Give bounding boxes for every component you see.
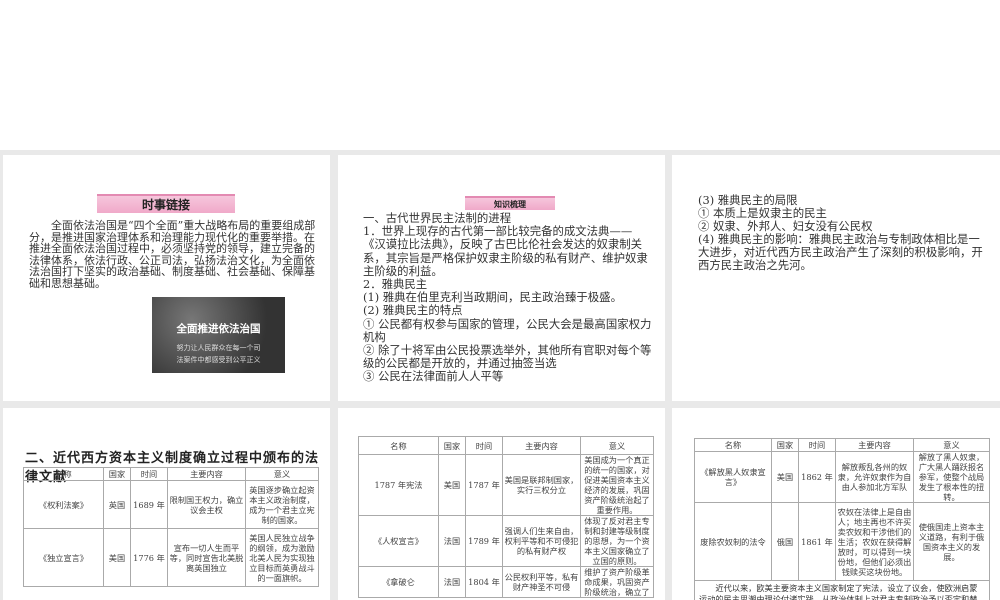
col-header: 主要内容 bbox=[502, 436, 581, 455]
cell: 《拿破仑 bbox=[358, 566, 439, 598]
slide-current-affairs[interactable]: 时事链接 全面依法治国是“四个全面”重大战略布局的重要组成部分，是推进国家治理体… bbox=[3, 155, 330, 401]
text-line: ② 除了十将军由公民投票选举外，其他所有官职对每个等级的公民都是开放的，并通过抽… bbox=[363, 343, 652, 371]
cell: 1787 年 bbox=[465, 454, 503, 516]
col-header: 意义 bbox=[913, 438, 990, 452]
cell: 使俄国走上资本主义道路，有利于俄国资本主义的发展。 bbox=[913, 502, 990, 581]
slide-legal-documents-2[interactable]: 名称 国家 时间 主要内容 意义 1787 年宪法 美国 1787 年美国是联邦制国家，实行… bbox=[338, 408, 665, 600]
cell: 英国逐步确立起资本主义政治制度，成为一个君主立宪制的国家。 bbox=[245, 480, 319, 529]
cell: 《独立宣言》 bbox=[23, 528, 104, 587]
rule-of-law-image: 全面推进依法治国 努力让人民群众在每一个司 法案件中都感受到公平正义 bbox=[152, 297, 285, 373]
cell: 体现了反对君主专制和封建等级制度的思想，为一个资本主义国家确立了立国的原则。 bbox=[580, 515, 654, 567]
cell: 美国人民独立战争的纲领，成为激励北美人民为实现独立目标而英勇战斗的一面旗帜。 bbox=[245, 528, 319, 587]
table-row: 《独立宣言》 美国 1776 年宣布一切人生而平等，同时宣告北美脱离英国独立 美国人民… bbox=[23, 528, 319, 587]
cell: 解放了黑人奴隶，广大黑人踊跃报名参军，使整个战局发生了根本性的扭转。 bbox=[913, 451, 990, 503]
cell: 公民权利平等，私有财产神圣不可侵 bbox=[502, 566, 581, 598]
cell: 法国 bbox=[438, 515, 466, 567]
col-header: 国家 bbox=[771, 438, 799, 452]
cell: 美国是联邦制国家，实行三权分立 bbox=[502, 454, 581, 516]
cell: 1689 年 bbox=[130, 480, 168, 529]
blank-slide-area bbox=[0, 0, 1000, 150]
slide-knowledge[interactable]: 知识梳理 一、古代世界民主法制的进程 1．世界上现存的古代第一部比较完备的成文法… bbox=[338, 155, 665, 401]
cell: 1789 年 bbox=[465, 515, 503, 567]
cell: 农奴在法律上是自由人；地主再也不许买卖农奴和干涉他们的生活；农奴在获得解放时，可… bbox=[835, 502, 914, 581]
col-header: 时间 bbox=[798, 438, 836, 452]
table-row: 《解放黑人奴隶宣言》 美国 1862 年解放叛乱各州的奴隶，允许奴隶作为自由人参加北… bbox=[694, 451, 990, 503]
table-header: 名称 国家 时间 主要内容 意义 bbox=[23, 467, 319, 481]
cell: 美国 bbox=[103, 528, 131, 587]
col-header: 主要内容 bbox=[167, 467, 246, 481]
text-line: (2) 雅典民主的特点 bbox=[363, 303, 463, 318]
slide-athens[interactable]: (3) 雅典民主的局限 ① 本质上是奴隶主的民主 ② 奴隶、外邦人、妇女没有公民… bbox=[672, 155, 1000, 401]
text-line: ① 公民都有权参与国家的管理，公民大会是最高国家权力机构 bbox=[363, 316, 652, 344]
cell: 1776 年 bbox=[130, 528, 168, 587]
cell: 《权利法案》 bbox=[23, 480, 104, 529]
col-header: 国家 bbox=[438, 436, 466, 455]
cell: 英国 bbox=[103, 480, 131, 529]
cell: 废除农奴制的法令 bbox=[694, 502, 772, 581]
cell: 法国 bbox=[438, 566, 466, 598]
col-header: 时间 bbox=[465, 436, 503, 455]
slide-legal-documents-3[interactable]: 名称 国家 时间 主要内容 意义 《解放黑人奴隶宣言》 美国 1862 年解放叛乱各州的奴隶… bbox=[672, 408, 1000, 600]
table-row: 《权利法案》 英国 1689 年限制国王权力，确立议会主权 英国逐步确立起资本主义政治… bbox=[23, 480, 319, 529]
col-header: 名称 bbox=[694, 438, 772, 452]
col-header: 意义 bbox=[245, 467, 319, 481]
col-header: 时间 bbox=[130, 467, 168, 481]
col-header: 名称 bbox=[358, 436, 439, 455]
cell: 1787 年宪法 bbox=[358, 454, 439, 516]
table-header: 名称 国家 时间 主要内容 意义 bbox=[358, 436, 654, 455]
image-title: 全面推进依法治国 bbox=[176, 323, 261, 335]
table-row: 《人权宣言》 法国 1789 年强调人们生来自由，权利平等和不可侵犯的私有财产权 体现… bbox=[358, 515, 654, 567]
image-caption: 法案件中都感受到公平正义 bbox=[176, 356, 261, 364]
cell: 《人权宣言》 bbox=[358, 515, 439, 567]
paragraph: 全面依法治国是“四个全面”重大战略布局的重要组成部分，是推进国家治理体系和治理能… bbox=[29, 219, 316, 290]
cell: 美国 bbox=[438, 454, 466, 516]
footnote: 近代以来，欧美主要资本主义国家制定了宪法，设立了议会，使欧洲启蒙运动的民主思潮由… bbox=[694, 580, 990, 600]
documents-table: 名称 国家 时间 主要内容 意义 《解放黑人奴隶宣言》 美国 1862 年解放叛乱各州的奴隶… bbox=[694, 438, 990, 600]
col-header: 意义 bbox=[580, 436, 654, 455]
slide-legal-documents-1[interactable]: 二、近代西方资本主义制度确立过程中颁布的法律文献 名称 国家 时间 主要内容 意义 《权… bbox=[3, 408, 330, 600]
table-row: 《拿破仑 法国 1804 年公民权利平等，私有财产神圣不可侵 维护了资产阶级革命成果，… bbox=[358, 566, 654, 598]
cell: 《解放黑人奴隶宣言》 bbox=[694, 451, 772, 503]
text-line: ③ 公民在法律面前人人平等 bbox=[363, 369, 504, 384]
section-banner: 知识梳理 bbox=[465, 196, 555, 210]
table-row: 废除农奴制的法令 俄国 1861 年农奴在法律上是自由人；地主再也不许买卖农奴和干涉… bbox=[694, 502, 990, 581]
cell: 强调人们生来自由，权利平等和不可侵犯的私有财产权 bbox=[502, 515, 581, 567]
table-row: 1787 年宪法 美国 1787 年美国是联邦制国家，实行三权分立 美国成为一个真正的… bbox=[358, 454, 654, 516]
table-header: 名称 国家 时间 主要内容 意义 bbox=[694, 438, 990, 452]
documents-table: 名称 国家 时间 主要内容 意义 1787 年宪法 美国 1787 年美国是联邦制国家，实行… bbox=[358, 436, 654, 598]
cell: 1861 年 bbox=[798, 502, 836, 581]
section-banner: 时事链接 bbox=[97, 194, 235, 213]
cell: 限制国王权力，确立议会主权 bbox=[167, 480, 246, 529]
text-line: (4) 雅典民主的影响：雅典民主政治与专制政体相比是一大进步，对近代西方民主政治… bbox=[698, 232, 983, 272]
col-header: 名称 bbox=[23, 467, 104, 481]
footnote-row: 近代以来，欧美主要资本主义国家制定了宪法，设立了议会，使欧洲启蒙运动的民主思潮由… bbox=[694, 580, 990, 600]
cell: 美国成为一个真正的统一的国家，对促进美国资本主义经济的发展，巩固资产阶级统治起了… bbox=[580, 454, 654, 516]
cell: 1862 年 bbox=[798, 451, 836, 503]
cell: 维护了资产阶级革命成果，巩固资产阶级统治，确立了 bbox=[580, 566, 654, 598]
cell: 美国 bbox=[771, 451, 799, 503]
cell: 宣布一切人生而平等，同时宣告北美脱离英国独立 bbox=[167, 528, 246, 587]
image-caption: 努力让人民群众在每一个司 bbox=[176, 344, 261, 352]
text-line: 1．世界上现存的古代第一部比较完备的成文法典——《汉谟拉比法典》，反映了古巴比伦… bbox=[363, 224, 648, 278]
cell: 俄国 bbox=[771, 502, 799, 581]
documents-table: 名称 国家 时间 主要内容 意义 《权利法案》 英国 1689 年限制国王权力，确立议会主权… bbox=[23, 467, 319, 587]
col-header: 国家 bbox=[103, 467, 131, 481]
cell: 解放叛乱各州的奴隶，允许奴隶作为自由人参加北方军队 bbox=[835, 451, 914, 503]
col-header: 主要内容 bbox=[835, 438, 914, 452]
cell: 1804 年 bbox=[465, 566, 503, 598]
